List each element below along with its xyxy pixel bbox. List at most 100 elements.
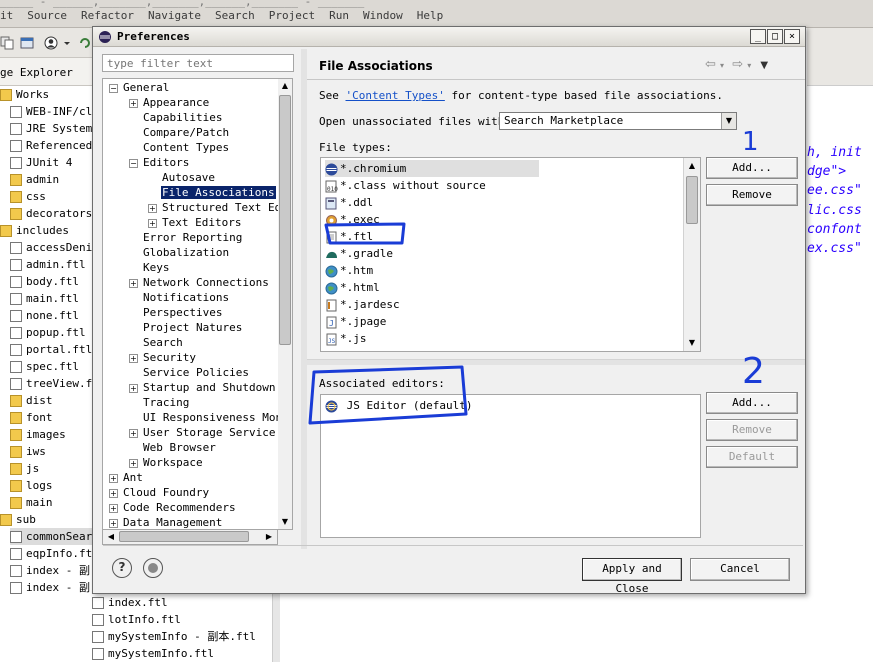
import-export-icon[interactable]: [143, 558, 163, 578]
nav-tree-item[interactable]: File Associations: [148, 185, 276, 200]
tree-item[interactable]: eqpInfo.ftl: [10, 545, 99, 562]
nav-tree-item[interactable]: + Workspace: [129, 455, 204, 470]
expand-icon[interactable]: +: [129, 383, 138, 393]
tree-item[interactable]: images: [10, 426, 66, 443]
user-profile-icon[interactable]: [44, 36, 58, 50]
list-item[interactable]: lotInfo.ftl: [92, 611, 181, 628]
open-unassociated-select[interactable]: Search Marketplace ▼: [499, 112, 737, 130]
pane-sash[interactable]: [301, 49, 307, 549]
tree-item[interactable]: logs: [10, 477, 53, 494]
expand-icon[interactable]: +: [129, 428, 138, 438]
nav-tree-item[interactable]: − Editors: [129, 155, 190, 170]
maximize-button[interactable]: □: [767, 29, 783, 44]
expand-icon[interactable]: +: [109, 518, 118, 528]
nav-tree-item[interactable]: Perspectives: [129, 305, 223, 320]
expand-icon[interactable]: +: [109, 503, 118, 513]
tree-item[interactable]: popup.ftl: [10, 324, 86, 341]
nav-tree-item[interactable]: + Code Recommenders: [109, 500, 237, 515]
expand-icon[interactable]: +: [109, 488, 118, 498]
list-item[interactable]: index.ftl: [92, 594, 168, 611]
scroll-thumb[interactable]: [119, 531, 249, 542]
tree-item[interactable]: css: [10, 188, 46, 205]
nav-tree-vertical-scrollbar[interactable]: ▲ ▼: [278, 78, 293, 530]
cancel-button[interactable]: Cancel: [690, 558, 790, 581]
file-type-item[interactable]: *.ddl: [325, 194, 373, 211]
menu-search[interactable]: Search: [215, 9, 255, 22]
menu-window[interactable]: Window: [363, 9, 403, 22]
expand-icon[interactable]: +: [148, 218, 157, 228]
list-item[interactable]: JS Editor (default): [325, 397, 472, 414]
filter-input[interactable]: [102, 54, 294, 72]
nav-tree-item[interactable]: Project Natures: [129, 320, 243, 335]
default-editor-button[interactable]: Default: [706, 446, 798, 468]
tree-item[interactable]: spec.ftl: [10, 358, 79, 375]
chevron-down-icon[interactable]: [62, 36, 72, 50]
chevron-down-icon[interactable]: ▾: [747, 61, 751, 70]
expand-icon[interactable]: +: [129, 353, 138, 363]
nav-tree-item[interactable]: + Startup and Shutdown: [129, 380, 276, 395]
file-types-scrollbar[interactable]: ▲ ▼: [683, 158, 700, 351]
tree-item[interactable]: portal.ftl: [10, 341, 92, 358]
nav-tree-item[interactable]: Compare/Patch: [129, 125, 230, 140]
nav-tree-item[interactable]: Notifications: [129, 290, 230, 305]
minimize-button[interactable]: _: [750, 29, 766, 44]
scroll-thumb[interactable]: [686, 176, 698, 224]
file-type-item[interactable]: J *.jpage: [325, 313, 386, 330]
scroll-down-arrow-icon[interactable]: ▼: [686, 336, 698, 350]
menu-help[interactable]: Help: [417, 9, 444, 22]
list-sash[interactable]: [307, 359, 805, 365]
tree-item[interactable]: font: [10, 409, 53, 426]
nav-tree-item[interactable]: Tracing: [129, 395, 190, 410]
chevron-down-icon[interactable]: ▾: [720, 61, 724, 70]
tree-item[interactable]: commonSearc: [10, 528, 99, 545]
expand-icon[interactable]: +: [129, 458, 138, 468]
scroll-right-arrow-icon[interactable]: ▶: [263, 530, 275, 544]
back-arrow-icon[interactable]: ⇦: [705, 57, 716, 72]
file-type-item[interactable]: *.ftl: [325, 228, 373, 245]
nav-tree-item[interactable]: Error Reporting: [129, 230, 243, 245]
dialog-titlebar[interactable]: Preferences _ □ ×: [93, 27, 805, 47]
nav-tree-item[interactable]: + Network Connections: [129, 275, 270, 290]
nav-tree-item[interactable]: + User Storage Service: [129, 425, 276, 440]
apply-and-close-button[interactable]: Apply and Close: [582, 558, 682, 595]
file-type-item[interactable]: *.gradle: [325, 245, 393, 262]
tree-item[interactable]: body.ftl: [10, 273, 79, 290]
nav-tree-item[interactable]: Service Policies: [129, 365, 250, 380]
menu-edit[interactable]: it: [0, 9, 13, 22]
view-menu-icon[interactable]: ▼: [760, 60, 768, 71]
add-file-type-button[interactable]: Add...: [706, 157, 798, 179]
toolbar-refresh-icon[interactable]: [78, 36, 92, 50]
nav-tree-item[interactable]: Web Browser: [129, 440, 217, 455]
expand-icon[interactable]: +: [109, 473, 118, 483]
file-type-item[interactable]: *.html: [325, 279, 380, 296]
file-type-item[interactable]: *.chromium: [325, 160, 539, 177]
scroll-up-arrow-icon[interactable]: ▲: [279, 79, 291, 93]
collapse-icon[interactable]: −: [129, 158, 138, 168]
menu-project[interactable]: Project: [269, 9, 315, 22]
scroll-down-arrow-icon[interactable]: ▼: [279, 515, 291, 529]
help-icon[interactable]: ?: [112, 558, 132, 578]
nav-tree-item[interactable]: Globalization: [129, 245, 230, 260]
forward-arrow-icon[interactable]: ⇨: [732, 57, 743, 72]
nav-tree-item[interactable]: + Data Management: [109, 515, 223, 529]
nav-tree-item[interactable]: + Appearance: [129, 95, 210, 110]
file-type-item[interactable]: 010 *.class without source: [325, 177, 486, 194]
menu-refactor[interactable]: Refactor: [81, 9, 134, 22]
file-type-item[interactable]: JS *.js: [325, 330, 367, 347]
remove-editor-button[interactable]: Remove: [706, 419, 798, 441]
menu-run[interactable]: Run: [329, 9, 349, 22]
nav-tree-item[interactable]: Search: [129, 335, 184, 350]
nav-tree-item[interactable]: + Ant: [109, 470, 144, 485]
list-item[interactable]: mySystemInfo - 副本.ftl: [92, 628, 256, 645]
tree-item[interactable]: js: [10, 460, 39, 477]
file-type-item[interactable]: *.htm: [325, 262, 373, 279]
content-types-link[interactable]: 'Content Types': [346, 89, 445, 102]
nav-tree-horizontal-scrollbar[interactable]: ◀ ▶: [102, 530, 278, 545]
add-editor-button[interactable]: Add...: [706, 392, 798, 414]
expand-icon[interactable]: +: [129, 278, 138, 288]
nav-tree-item[interactable]: UI Responsiveness Moni: [129, 410, 285, 425]
tree-item[interactable]: accessDenie: [10, 239, 99, 256]
file-type-item[interactable]: *.exec: [325, 211, 380, 228]
list-item[interactable]: mySystemInfo.ftl: [92, 645, 214, 662]
chevron-down-icon[interactable]: ▼: [721, 113, 736, 129]
